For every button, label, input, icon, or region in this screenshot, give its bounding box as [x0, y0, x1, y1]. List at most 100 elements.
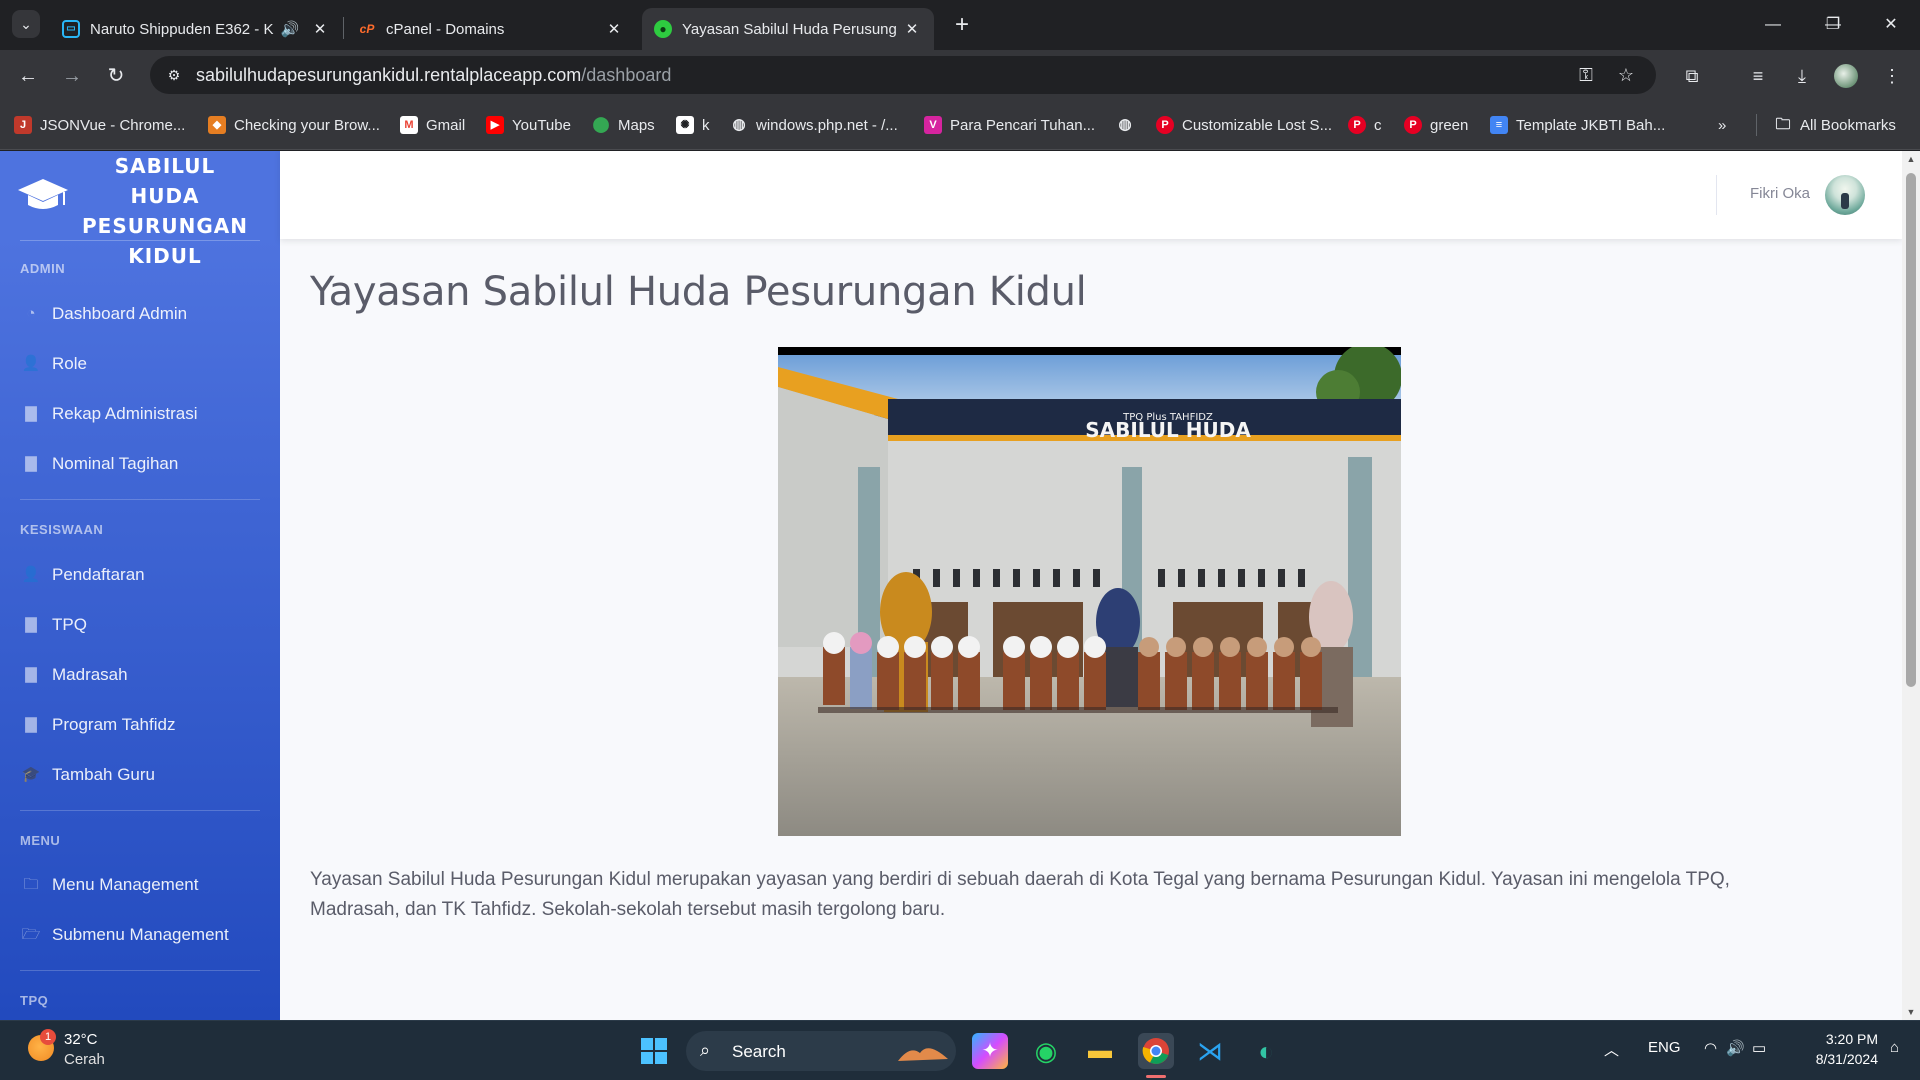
- graduation-cap-icon: [18, 179, 68, 209]
- v-icon: V: [924, 116, 942, 134]
- sidebar-item-menu-management[interactable]: 🗀 Menu Management: [20, 869, 260, 901]
- bookmark-item[interactable]: V Para Pencari Tuhan...: [924, 114, 1095, 136]
- bookmarks-overflow-icon[interactable]: »: [1718, 114, 1726, 136]
- clock-time: 3:20 PM: [1825, 1031, 1878, 1047]
- bookmark-item[interactable]: ◆ Checking your Brow...: [208, 114, 380, 136]
- sidebar-item-dashboard-admin[interactable]: ◔ Dashboard Admin: [20, 298, 260, 330]
- system-clock[interactable]: 3:20 PM 8/31/2024: [1790, 1029, 1878, 1069]
- back-button[interactable]: ←: [12, 60, 44, 92]
- weather-temperature[interactable]: 32°C: [64, 1031, 98, 1048]
- bookmark-label: Customizable Lost S...: [1182, 116, 1333, 134]
- page-scrollbar[interactable]: ▲ ▼: [1902, 151, 1920, 1020]
- wifi-icon[interactable]: ◠: [1704, 1039, 1717, 1057]
- battery-icon[interactable]: ▭: [1752, 1039, 1766, 1057]
- browser-tab-0[interactable]: ▭ Naruto Shippuden E362 - K 🔊 ✕: [50, 8, 342, 50]
- sidebar-item-pendaftaran[interactable]: 👤 Pendaftaran: [20, 559, 260, 591]
- bookmark-star-icon[interactable]: ☆: [1614, 63, 1638, 87]
- sidebar-heading-tpq: TPQ: [20, 993, 49, 1008]
- pinterest-icon: P: [1404, 116, 1422, 134]
- edge-icon[interactable]: ◐: [1248, 1033, 1284, 1069]
- sidebar-divider: [20, 970, 260, 971]
- volume-icon[interactable]: 🔊: [1726, 1039, 1745, 1057]
- sidebar-item-tambah-guru[interactable]: 🎓 Tambah Guru: [20, 759, 260, 791]
- bookmark-item[interactable]: Pgreen: [1404, 114, 1468, 136]
- profile-avatar[interactable]: [1834, 64, 1858, 88]
- forward-button[interactable]: →: [56, 60, 88, 92]
- bookmark-item[interactable]: J JSONVue - Chrome...: [14, 114, 185, 136]
- scroll-down-arrow-icon[interactable]: ▼: [1902, 1004, 1920, 1020]
- search-highlight-icon: [898, 1048, 948, 1061]
- file-explorer-icon[interactable]: ▬: [1082, 1033, 1118, 1069]
- bookmark-item[interactable]: M Gmail: [400, 114, 465, 136]
- bookmark-label: YouTube: [512, 116, 571, 134]
- sidebar-item-nominal-tagihan[interactable]: ▇ Nominal Tagihan: [20, 448, 260, 480]
- new-tab-button[interactable]: +: [948, 12, 976, 40]
- chrome-menu-icon[interactable]: ⋮: [1878, 62, 1906, 90]
- bookmark-item[interactable]: ▶ YouTube: [486, 114, 571, 136]
- pinterest-icon: P: [1156, 116, 1174, 134]
- browser-tab-1[interactable]: cP cPanel - Domains ✕: [346, 8, 636, 50]
- bookmark-item[interactable]: ◍: [1116, 114, 1142, 136]
- brand-line: HUDA: [130, 184, 200, 208]
- minimize-window-button[interactable]: —: [1750, 10, 1796, 40]
- docs-icon: ≡: [1490, 116, 1508, 134]
- sidebar-item-role[interactable]: 👤 Role: [20, 348, 260, 380]
- reload-button[interactable]: ↻: [100, 60, 132, 92]
- download-icon[interactable]: ⤓: [1788, 62, 1816, 90]
- bookmark-label: JSONVue - Chrome...: [40, 116, 186, 134]
- tab-search-button[interactable]: ⌄: [12, 10, 40, 38]
- sidebar-item-label: Role: [52, 354, 87, 373]
- bookmark-item[interactable]: ≡ Template JKBTI Bah...: [1490, 114, 1665, 136]
- extensions-icon[interactable]: ⧉: [1678, 62, 1706, 90]
- tab-separator: [343, 17, 344, 39]
- bookmark-item[interactable]: Pc: [1348, 114, 1382, 136]
- notification-icon[interactable]: ⌂: [1890, 1039, 1899, 1056]
- address-bar[interactable]: ⚙ sabilulhudapesurungankidul.rentalplace…: [150, 56, 1656, 94]
- avatar-figure: [1841, 193, 1849, 209]
- bookmark-item[interactable]: ⬤ Maps: [592, 114, 655, 136]
- bookmark-item[interactable]: P Customizable Lost S...: [1156, 114, 1332, 136]
- tab-title: cPanel - Domains: [386, 20, 505, 38]
- speaker-icon[interactable]: 🔊: [280, 20, 300, 38]
- close-tab-icon[interactable]: ✕: [902, 20, 922, 38]
- user-avatar[interactable]: [1825, 175, 1865, 215]
- sidebar-item-rekap-administrasi[interactable]: ▇ Rekap Administrasi: [20, 398, 260, 430]
- copilot-icon[interactable]: ✦: [972, 1033, 1008, 1069]
- windows-logo-icon: [641, 1038, 667, 1064]
- url-text[interactable]: sabilulhudapesurungankidul.rentalplaceap…: [196, 65, 671, 86]
- restore-window-button[interactable]: ❐: [1810, 10, 1856, 40]
- sidebar-item-program-tahfidz[interactable]: ▇ Program Tahfidz: [20, 709, 260, 741]
- sidebar-item-label: Submenu Management: [52, 925, 229, 944]
- browser-tab-2[interactable]: ● Yayasan Sabilul Huda Perusung ✕: [642, 8, 934, 50]
- sidebar-item-tpq[interactable]: ▇ TPQ: [20, 609, 260, 641]
- show-hidden-icons-icon[interactable]: ︿: [1604, 1039, 1619, 1060]
- sidebar-item-madrasah[interactable]: ▇ Madrasah: [20, 659, 260, 691]
- vscode-icon[interactable]: ⋊: [1192, 1033, 1228, 1069]
- all-bookmarks-button[interactable]: 🗀 All Bookmarks: [1774, 114, 1895, 136]
- bookmark-label: Template JKBTI Bah...: [1516, 116, 1666, 134]
- file-icon: ▇: [25, 455, 37, 472]
- password-key-icon[interactable]: ⚿: [1574, 63, 1598, 87]
- sidebar-divider: [20, 240, 260, 241]
- sidebar-item-submenu-management[interactable]: 🗁 Submenu Management: [20, 919, 260, 951]
- scroll-up-arrow-icon[interactable]: ▲: [1902, 151, 1920, 167]
- bookmark-item[interactable]: ◍ windows.php.net - /...: [730, 114, 897, 136]
- whatsapp-icon[interactable]: ◉: [1028, 1033, 1064, 1069]
- taskbar-search-box[interactable]: ⌕ Search: [686, 1031, 956, 1071]
- user-name[interactable]: Fikri Oka: [1750, 185, 1810, 202]
- bookmark-item[interactable]: ✺ k: [676, 114, 710, 136]
- sidebar-brand[interactable]: SABILUL HUDA PESURUNGAN KIDUL: [0, 151, 280, 268]
- start-windows-icon[interactable]: [636, 1033, 672, 1069]
- chrome-icon[interactable]: [1138, 1033, 1174, 1069]
- site-settings-icon[interactable]: ⚙: [164, 65, 184, 85]
- close-tab-icon[interactable]: ✕: [310, 20, 330, 38]
- close-window-button[interactable]: ✕: [1868, 10, 1914, 40]
- page-description: Yayasan Sabilul Huda Pesurungan Kidul me…: [310, 869, 1730, 920]
- sidebar-item-label: Program Tahfidz: [52, 715, 176, 734]
- close-tab-icon[interactable]: ✕: [604, 20, 624, 38]
- scrollbar-thumb[interactable]: [1906, 173, 1916, 687]
- weather-description[interactable]: Cerah: [64, 1051, 105, 1068]
- media-controls-icon[interactable]: ≡: [1744, 62, 1772, 90]
- language-indicator[interactable]: ENG: [1648, 1039, 1681, 1056]
- web-page: SABILUL HUDA PESURUNGAN KIDUL ADMIN ◔ Das…: [0, 151, 1920, 1020]
